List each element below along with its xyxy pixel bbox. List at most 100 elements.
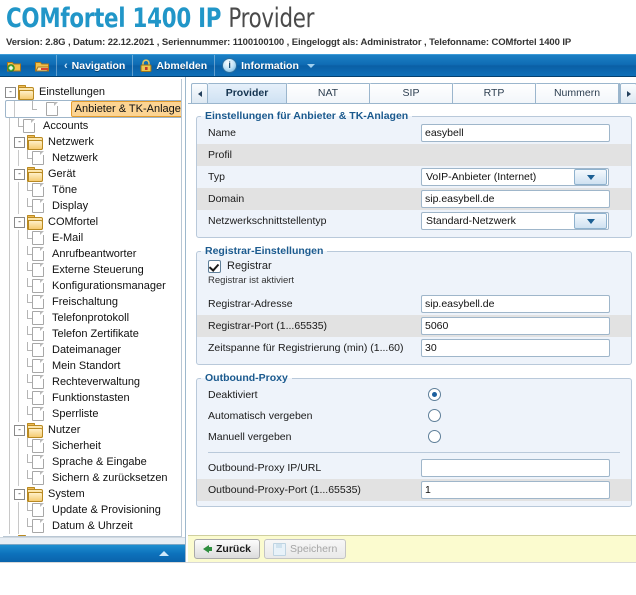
tree-collapse-icon[interactable]: - [14,217,25,228]
sidebar-collapse-bar[interactable] [0,544,185,562]
tree-item-accounts[interactable]: Accounts [5,118,181,134]
chevron-down-icon[interactable] [574,213,607,229]
information-menu[interactable]: i Information [215,55,322,76]
name-label: Name [208,127,421,139]
tree-item-telefonprotokoll[interactable]: Telefonprotokoll [5,310,181,326]
section-provider-settings: Einstellungen für Anbieter & TK-Anlagen … [196,110,632,238]
radio-row-deaktiviert[interactable]: Deaktiviert [197,384,631,405]
tab-nummern[interactable]: Nummern [536,83,619,103]
tree-indent-guide [5,502,14,518]
chevron-down-icon[interactable] [574,169,607,185]
tree-item-netzwerk[interactable]: -Netzwerk [5,134,181,150]
tree-collapse-icon[interactable]: - [14,489,25,500]
radio-button[interactable] [428,430,441,443]
tree-item-funktionstasten[interactable]: Funktionstasten [5,390,181,406]
page-icon [32,183,44,197]
typ-label: Typ [208,171,421,183]
tree-indent-guide [14,198,23,214]
typ-select[interactable]: VoIP-Anbieter (Internet) [421,168,609,186]
tree-item-einstellungen[interactable]: -Einstellungen [5,84,181,100]
radio-row-automatisch-vergeben[interactable]: Automatisch vergeben [197,405,631,426]
proxy-port-input[interactable]: 1 [421,481,610,499]
folder-open-icon [18,87,32,98]
tree-indent-guide [14,278,23,294]
tree-item-label: Dateimanager [48,343,125,357]
folder-add-button[interactable] [0,55,28,76]
page-title: COMfortel 1400 IP Provider [6,4,560,34]
tab-rtp[interactable]: RTP [453,83,536,103]
tree-item-sperrliste[interactable]: Sperrliste [5,406,181,422]
radio-row-manuell-vergeben[interactable]: Manuell vergeben [197,426,631,447]
domain-input[interactable]: sip.easybell.de [421,190,610,208]
field-row-proxy-ipurl: Outbound-Proxy IP/URL [197,457,631,479]
tree-item-comfortel[interactable]: -COMfortel [5,214,181,230]
registrar-status-text: Registrar ist aktiviert [197,275,631,289]
tree-item-sicherheit[interactable]: Sicherheit [5,438,181,454]
tree-item-sichern-zur-cksetzen[interactable]: Sichern & zurücksetzen [5,470,181,486]
logout-button[interactable]: Abmelden [133,55,214,76]
save-button[interactable]: Speichern [264,539,346,559]
tree-item-nutzer[interactable]: -Nutzer [5,422,181,438]
folder-open-button[interactable] [28,55,56,76]
tree-indent-guide [14,342,23,358]
tab-scroll-left-button[interactable] [191,83,208,103]
tree-item-konfigurationsmanager[interactable]: Konfigurationsmanager [5,278,181,294]
tree-item-datum-uhrzeit[interactable]: Datum & Uhrzeit [5,518,181,534]
main-toolbar: ‹ Navigation Abmelden i Information [0,54,636,77]
tree-item-update-provisioning[interactable]: Update & Provisioning [5,502,181,518]
registrar-port-input[interactable]: 5060 [421,317,610,335]
tree-item-freischaltung[interactable]: Freischaltung [5,294,181,310]
tree-item-display[interactable]: Display [5,198,181,214]
tree-item-mein-standort[interactable]: Mein Standort [5,358,181,374]
chevron-up-icon[interactable] [159,551,169,556]
registrar-checkbox-row[interactable]: Registrar [197,257,631,275]
tree-collapse-icon[interactable]: - [14,137,25,148]
proxy-ipurl-input[interactable] [421,459,610,477]
tab-nat[interactable]: NAT [287,83,370,103]
tree-item-anrufbeantworter[interactable]: Anrufbeantworter [5,246,181,262]
navigation-button[interactable]: ‹ Navigation [57,55,132,76]
tree-elbow-guide [23,406,32,422]
tree-item-netzwerk[interactable]: Netzwerk [5,150,181,166]
tree-item-label: System [44,487,89,501]
tree-elbow-guide [23,502,32,518]
tree-collapse-icon[interactable]: - [5,87,16,98]
tree-item-sprache-eingabe[interactable]: Sprache & Eingabe [5,454,181,470]
tree-collapse-icon[interactable]: - [14,425,25,436]
sidebar-gap [0,537,185,544]
navigation-tree[interactable]: -EinstellungenAnbieter & TK-AnlagenAccou… [3,79,182,537]
tree-item-dateimanager[interactable]: Dateimanager [5,342,181,358]
tab-list: ProviderNATSIPRTPNummern [208,83,619,103]
tree-item-externe-steuerung[interactable]: Externe Steuerung [5,262,181,278]
tree-item-telefon-zertifikate[interactable]: Telefon Zertifikate [5,326,181,342]
tree-item-ger-t[interactable]: -Gerät [5,166,181,182]
save-button-label: Speichern [290,543,337,555]
tree-item-rechteverwaltung[interactable]: Rechteverwaltung [5,374,181,390]
info-icon: i [222,58,237,73]
page-icon [32,295,44,309]
radio-button[interactable] [428,388,441,401]
tree-collapse-icon[interactable]: - [14,169,25,180]
name-input[interactable]: easybell [421,124,610,142]
tab-scroll-right-button[interactable] [620,83,636,103]
tree-indent-guide [14,310,23,326]
tree-item-system[interactable]: - System [5,486,181,502]
folder-open-icon [27,169,41,180]
field-row-profil: Profil [197,144,631,166]
field-row-registration-interval: Zeitspanne für Registrierung (min) (1...… [197,337,631,359]
tree-indent-guide [14,470,23,486]
back-button[interactable]: Zurück [194,539,260,559]
registrar-address-input[interactable]: sip.easybell.de [421,295,610,313]
logout-label: Abmelden [156,60,207,72]
tree-item-anbieter-tk-anlagen[interactable]: Anbieter & TK-Anlagen [5,100,182,118]
registrar-checkbox[interactable] [208,260,221,273]
radio-button[interactable] [428,409,441,422]
tree-indent-guide [5,118,14,134]
registration-interval-input[interactable]: 30 [421,339,610,357]
tree-item-e-mail[interactable]: E-Mail [5,230,181,246]
interface-type-select[interactable]: Standard-Netzwerk [421,212,609,230]
tab-provider[interactable]: Provider [208,83,287,103]
tab-sip[interactable]: SIP [370,83,453,103]
registrar-port-label: Registrar-Port (1...65535) [208,320,421,332]
tree-item-t-ne[interactable]: Töne [5,182,181,198]
